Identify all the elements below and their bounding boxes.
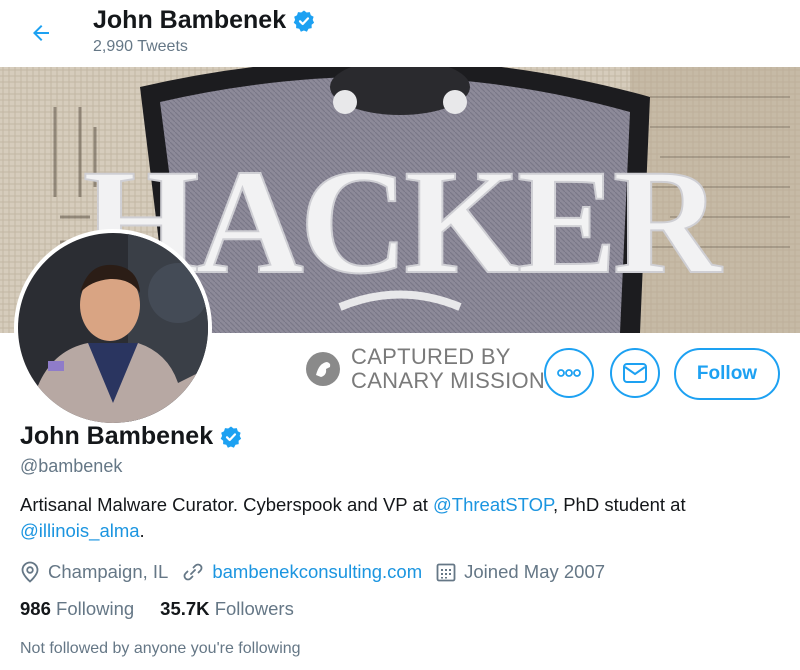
joined-text: Joined May 2007: [464, 561, 606, 582]
back-button[interactable]: [24, 16, 58, 50]
profile-handle: @bambenek: [20, 456, 123, 476]
mention-threatstop-link[interactable]: @ThreatSTOP: [433, 494, 553, 515]
watermark-line1: CAPTURED BY: [351, 344, 511, 369]
location-text: Champaign, IL: [48, 561, 169, 582]
followers-stat[interactable]: 35.7K Followers: [160, 598, 294, 620]
profile-avatar[interactable]: [18, 233, 208, 423]
following-stat[interactable]: 986 Following: [20, 598, 134, 620]
follow-button[interactable]: Follow: [674, 348, 780, 400]
calendar-icon: [436, 563, 456, 582]
joined-item: Joined May 2007: [436, 561, 605, 583]
more-dots-icon: [557, 369, 581, 377]
header-name: John Bambenek: [93, 6, 316, 35]
bio-text-3: .: [139, 520, 145, 541]
website-link[interactable]: bambenekconsulting.com: [212, 561, 422, 583]
profile-bio: Artisanal Malware Curator. Cyberspook an…: [20, 492, 780, 544]
followed-by-note: Not followed by anyone you're following: [20, 640, 301, 657]
profile-stats: 986 Following 35.7K Followers: [20, 598, 294, 620]
following-count: 986: [20, 598, 51, 619]
mention-illinois-link[interactable]: @illinois_alma: [20, 520, 140, 541]
tweet-count: 2,990 Tweets: [93, 38, 188, 55]
canary-mission-watermark: CAPTURED BY CANARY MISSION: [305, 345, 545, 393]
profile-header-bar: John Bambenek 2,990 Tweets: [0, 0, 800, 67]
website-item: bambenekconsulting.com: [182, 561, 422, 583]
watermark-line2: CANARY MISSION: [351, 368, 546, 393]
following-label: Following: [56, 598, 135, 619]
profile-name-text: John Bambenek: [20, 422, 214, 450]
envelope-icon: [623, 363, 647, 383]
verified-badge-icon: [293, 10, 315, 32]
profile-meta: Champaign, IL bambenekconsulting.com Joi…: [20, 559, 619, 585]
link-icon: [183, 563, 203, 581]
message-button[interactable]: [610, 348, 660, 398]
header-name-text: John Bambenek: [93, 6, 287, 34]
profile-name: John Bambenek: [20, 422, 243, 451]
followers-label: Followers: [214, 598, 294, 619]
verified-badge-icon: [220, 426, 242, 448]
avatar-image: [18, 233, 208, 423]
canary-logo-icon: [306, 352, 340, 386]
more-button[interactable]: [544, 348, 594, 398]
bio-text-1: Artisanal Malware Curator. Cyberspook an…: [20, 494, 434, 515]
location-item: Champaign, IL: [20, 561, 168, 583]
bio-text-2: , PhD student at: [552, 494, 686, 515]
arrow-left-icon: [33, 25, 49, 41]
location-pin-icon: [21, 561, 39, 583]
followers-count: 35.7K: [160, 598, 210, 619]
